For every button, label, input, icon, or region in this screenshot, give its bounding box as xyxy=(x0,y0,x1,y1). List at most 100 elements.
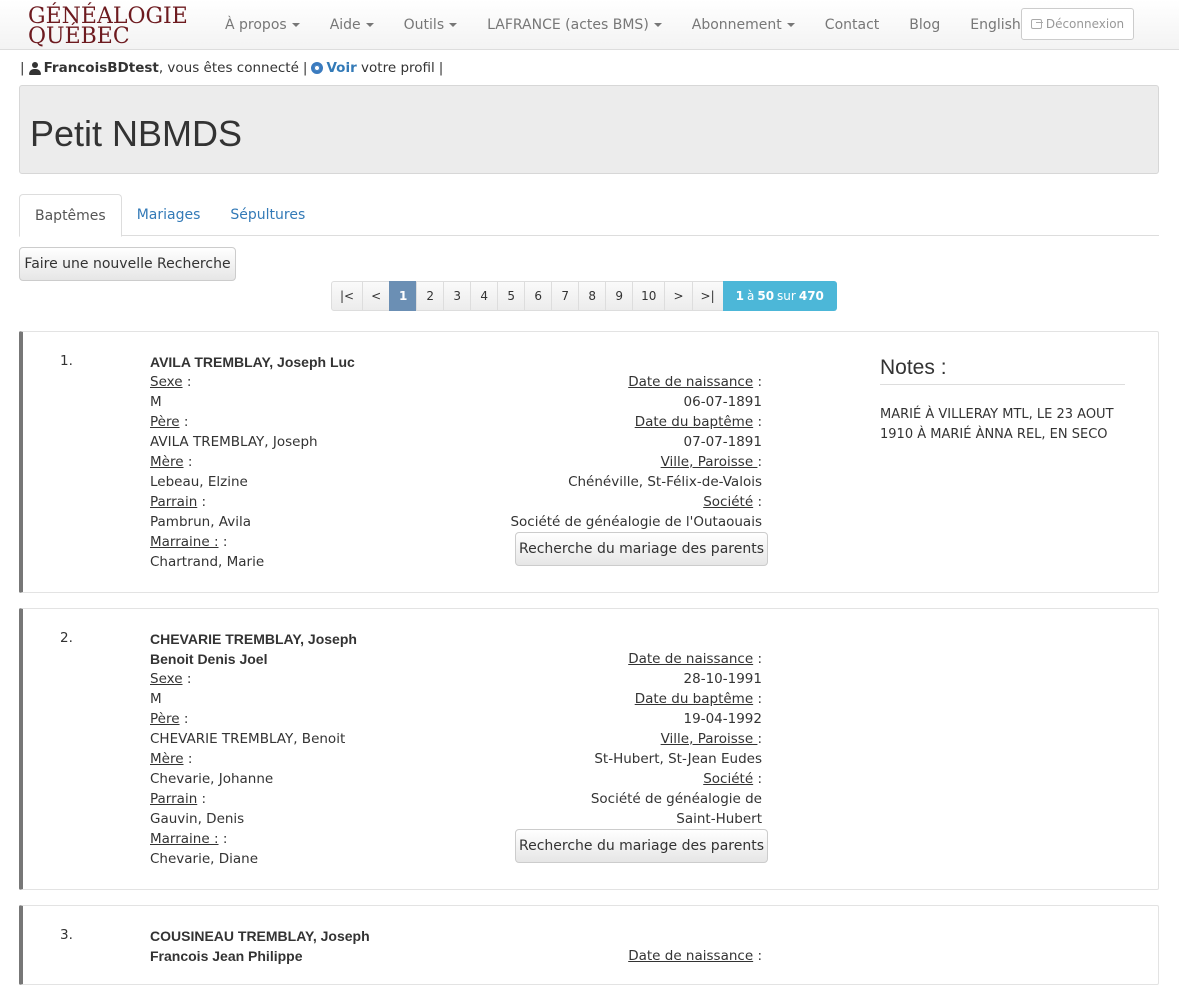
label-date-naissance: Date de naissance xyxy=(628,948,754,964)
label-sexe: Sexe xyxy=(150,374,183,390)
record-card: 3. COUSINEAU TREMBLAY, Joseph Francois J… xyxy=(19,905,1159,985)
record-details: AVILA TREMBLAY, Joseph Luc Sexe : M Père… xyxy=(150,352,410,572)
new-search-button[interactable]: Faire une nouvelle Recherche xyxy=(19,247,236,281)
record-number: 1. xyxy=(60,353,73,369)
page-title: Petit NBMDS xyxy=(30,113,243,154)
record-details: CHEVARIE TREMBLAY, Joseph Benoit Denis J… xyxy=(150,629,410,869)
label-date-naissance: Date de naissance xyxy=(628,374,754,390)
value-marraine: Chevarie, Diane xyxy=(150,851,259,867)
search-parents-marriage-button[interactable]: Recherche du mariage des parents xyxy=(515,532,768,566)
nav-item-aide[interactable]: Aide xyxy=(315,0,389,50)
page-header: Petit NBMDS xyxy=(19,85,1159,174)
label-parrain: Parrain xyxy=(150,494,198,510)
page-first-button[interactable]: |< xyxy=(331,281,364,311)
page-next-button[interactable]: > xyxy=(664,281,693,311)
page-9-button[interactable]: 9 xyxy=(605,281,634,311)
value-sexe: M xyxy=(150,394,162,410)
notes-title: Notes : xyxy=(880,354,1125,385)
page-5-button[interactable]: 5 xyxy=(497,281,526,311)
tab-baptemes[interactable]: Baptêmes xyxy=(19,194,122,237)
value-societe: Société de généalogie de l'Outaouais xyxy=(510,514,762,530)
tab-sepultures[interactable]: Sépultures xyxy=(215,194,320,236)
value-date-naissance: 06-07-1891 xyxy=(683,394,762,410)
record-number: 3. xyxy=(60,927,73,943)
page-prev-button[interactable]: < xyxy=(362,281,391,311)
page-8-button[interactable]: 8 xyxy=(578,281,607,311)
results-count: 1 à 50 sur 470 xyxy=(722,281,837,311)
page-2-button[interactable]: 2 xyxy=(416,281,445,311)
tab-mariages[interactable]: Mariages xyxy=(122,194,216,236)
label-date-bapteme: Date du baptême xyxy=(634,691,754,707)
user-icon xyxy=(28,61,41,75)
sign-out-icon xyxy=(1030,19,1043,29)
label-societe: Société xyxy=(703,494,754,510)
label-ville-paroisse: Ville, Paroisse xyxy=(660,731,758,747)
site-logo[interactable]: GÉNÉALOGIE QUÉBEC xyxy=(28,2,188,49)
record-card: 2. CHEVARIE TREMBLAY, Joseph Benoit Deni… xyxy=(19,608,1159,890)
label-societe: Société xyxy=(703,771,754,787)
value-mere: Chevarie, Johanne xyxy=(150,771,274,787)
nav-item-contact[interactable]: Contact xyxy=(810,0,894,50)
value-pere: CHEVARIE TREMBLAY, Benoit xyxy=(150,731,346,747)
label-pere: Père xyxy=(150,711,180,727)
caret-down-icon xyxy=(365,23,374,27)
logout-button[interactable]: Déconnexion xyxy=(1021,8,1134,40)
record-dates: Date de naissance : xyxy=(628,948,762,964)
page-10-button[interactable]: 10 xyxy=(632,281,666,311)
page-4-button[interactable]: 4 xyxy=(470,281,499,311)
nav-menu: À propos Aide Outils LAFRANCE (actes BMS… xyxy=(210,0,1036,50)
value-mere: Lebeau, Elzine xyxy=(150,474,248,490)
label-parrain: Parrain xyxy=(150,791,198,807)
page-last-button[interactable]: >| xyxy=(691,281,724,311)
value-date-bapteme: 07-07-1891 xyxy=(683,434,762,450)
value-pere: AVILA TREMBLAY, Joseph xyxy=(150,434,318,450)
label-pere: Père xyxy=(150,414,180,430)
record-number: 2. xyxy=(60,630,73,646)
profile-text: votre profil xyxy=(361,60,435,76)
pagination: |< < 1 2 3 4 5 6 7 8 9 10 > >| 1 à 50 su… xyxy=(331,281,837,311)
value-parrain: Gauvin, Denis xyxy=(150,811,245,827)
label-marraine: Marraine : xyxy=(150,831,219,847)
user-status-line: | FrancoisBDtest , vous êtes connecté | … xyxy=(20,60,444,76)
view-profile-link[interactable]: Voir xyxy=(326,60,356,76)
page-1-button[interactable]: 1 xyxy=(389,281,418,311)
page-7-button[interactable]: 7 xyxy=(551,281,580,311)
value-ville-paroisse: St-Hubert, St-Jean Eudes xyxy=(594,751,762,767)
value-societe: Société de généalogie de Saint-Hubert xyxy=(590,791,762,827)
caret-down-icon xyxy=(291,23,300,27)
nav-item-a-propos[interactable]: À propos xyxy=(210,0,315,50)
nav-item-blog[interactable]: Blog xyxy=(894,0,955,50)
record-name: CHEVARIE TREMBLAY, Joseph Benoit Denis J… xyxy=(150,631,357,667)
record-card: 1. AVILA TREMBLAY, Joseph Luc Sexe : M P… xyxy=(19,331,1159,593)
value-date-naissance: 28-10-1991 xyxy=(683,671,762,687)
record-notes: Notes : MARIÉ À VILLERAY MTL, LE 23 AOUT… xyxy=(880,354,1125,445)
record-name: AVILA TREMBLAY, Joseph Luc xyxy=(150,354,355,370)
nav-item-outils[interactable]: Outils xyxy=(389,0,472,50)
value-date-bapteme: 19-04-1992 xyxy=(683,711,762,727)
nav-item-abonnement[interactable]: Abonnement xyxy=(677,0,810,50)
connected-text: , vous êtes connecté xyxy=(158,60,299,76)
label-marraine: Marraine : xyxy=(150,534,219,550)
label-mere: Mère xyxy=(150,751,184,767)
value-sexe: M xyxy=(150,691,162,707)
caret-down-icon xyxy=(786,23,795,27)
search-parents-marriage-button[interactable]: Recherche du mariage des parents xyxy=(515,829,768,863)
record-details: COUSINEAU TREMBLAY, Joseph Francois Jean… xyxy=(150,926,410,966)
username: FrancoisBDtest xyxy=(43,60,159,76)
page-3-button[interactable]: 3 xyxy=(443,281,472,311)
value-parrain: Pambrun, Avila xyxy=(150,514,251,530)
record-dates: Date de naissance : 28-10-1991 Date du b… xyxy=(493,649,762,829)
notes-text: MARIÉ À VILLERAY MTL, LE 23 AOUT 1910 À … xyxy=(880,407,1114,442)
record-name: COUSINEAU TREMBLAY, Joseph Francois Jean… xyxy=(150,928,370,964)
value-ville-paroisse: Chénéville, St-Félix-de-Valois xyxy=(568,474,762,490)
value-marraine: Chartrand, Marie xyxy=(150,554,265,570)
record-type-tabs: Baptêmes Mariages Sépultures xyxy=(19,194,1159,237)
gear-icon xyxy=(311,62,324,74)
nav-item-lafrance[interactable]: LAFRANCE (actes BMS) xyxy=(472,0,677,50)
caret-down-icon xyxy=(449,23,458,27)
record-dates: Date de naissance : 06-07-1891 Date du b… xyxy=(493,372,762,532)
label-date-bapteme: Date du baptême xyxy=(634,414,754,430)
logo-line-2: QUÉBEC xyxy=(28,24,130,49)
navbar: GÉNÉALOGIE QUÉBEC À propos Aide Outils L… xyxy=(0,0,1179,50)
page-6-button[interactable]: 6 xyxy=(524,281,553,311)
